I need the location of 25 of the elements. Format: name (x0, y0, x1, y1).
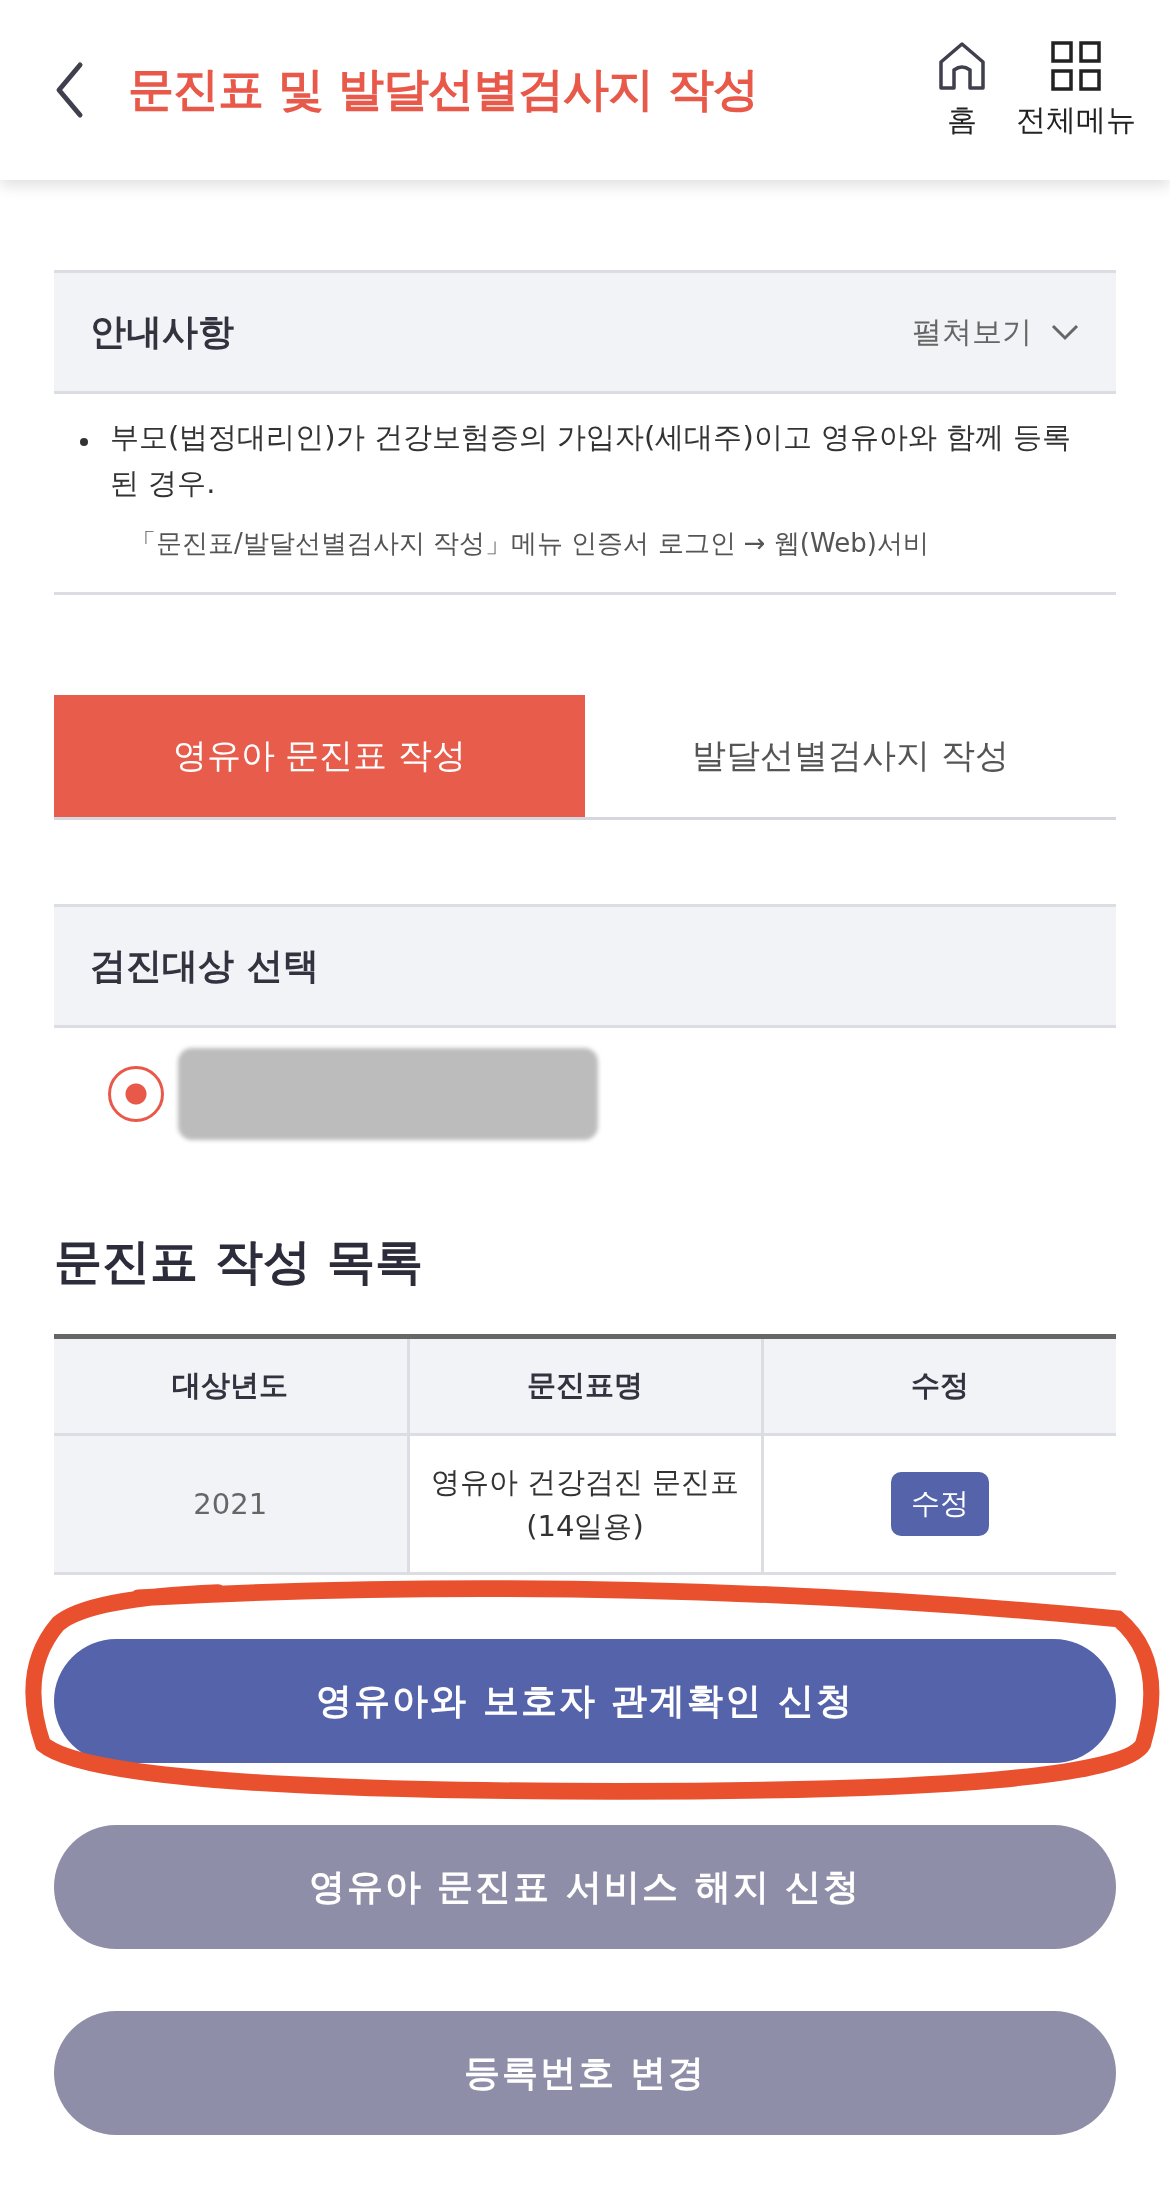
column-header: 수정 (762, 1336, 1116, 1435)
primary-button[interactable]: 영유아와 보호자 관계확인 신청 (54, 1639, 1116, 1763)
home-button[interactable]: 홈 (936, 39, 988, 141)
menu-icon (1050, 39, 1102, 92)
section-title: 검진대상 선택 (90, 943, 319, 988)
secondary-button[interactable]: 등록번호 변경 (54, 2011, 1116, 2135)
secondary-button[interactable]: 영유아 문진표 서비스 해지 신청 (54, 1825, 1116, 1949)
page-title: 문진표 및 발달선별검사지 작성 (128, 61, 760, 118)
edit-button[interactable]: 수정 (890, 1472, 989, 1536)
radio-button[interactable] (108, 1066, 164, 1122)
back-icon[interactable] (54, 61, 84, 119)
notice-text: 「문진표/발달선별검사지 작성」메뉴 인증서 로그인 → 웹(Web)서비 (130, 527, 929, 560)
column-header: 문진표명 (408, 1336, 762, 1435)
notice-text: 부모(법정대리인)가 건강보험증의 가입자(세대주)이고 영유아와 함께 등록된 경우. (110, 419, 1073, 502)
chevron-icon (1050, 323, 1080, 341)
home-icon (936, 39, 988, 92)
tab[interactable]: 영유아 문진표 작성 (54, 695, 585, 817)
expand-toggle[interactable]: 펼쳐보기 (912, 311, 1080, 353)
bullet-icon (80, 438, 88, 446)
table-cell: 영유아 건강검진 문진표(14일용) (408, 1434, 762, 1574)
table-cell: 2021 (54, 1434, 408, 1574)
list-heading: 문진표 작성 목록 (54, 1232, 425, 1291)
column-header: 대상년도 (54, 1336, 408, 1435)
notice-title: 안내사항 (90, 309, 234, 354)
menu-button[interactable]: 전체메뉴 (1016, 39, 1136, 141)
